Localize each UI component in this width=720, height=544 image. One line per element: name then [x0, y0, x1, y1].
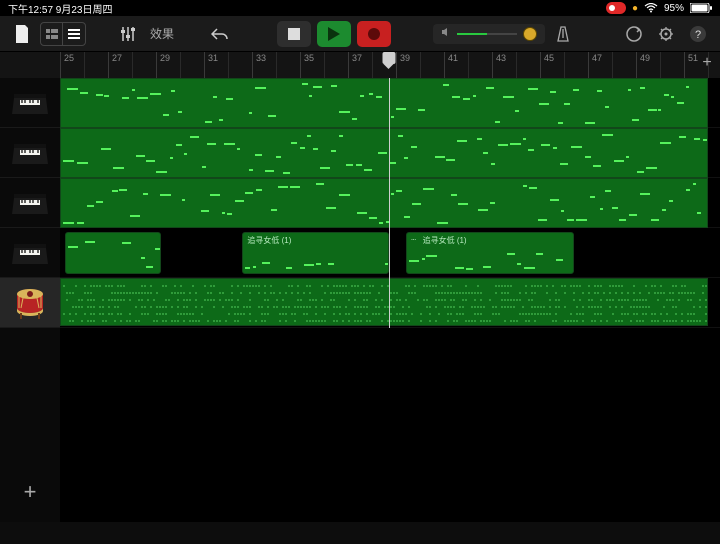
- mixer-button[interactable]: [114, 20, 142, 48]
- ruler-tick: [276, 52, 280, 78]
- ruler-tick: [564, 52, 568, 78]
- track-lane[interactable]: 追寻女低 (1) ···追寻女低 (1): [60, 228, 720, 278]
- ruler-tick: 25: [60, 52, 74, 78]
- ruler-tick: [516, 52, 520, 78]
- ruler-tick: [612, 52, 616, 78]
- piano-icon: [10, 185, 50, 221]
- tracks-area: 追寻女低 (1) ···追寻女低 (1) +: [0, 78, 720, 522]
- midi-preview: [407, 233, 573, 273]
- midi-region[interactable]: [60, 78, 708, 128]
- play-button[interactable]: [317, 21, 351, 47]
- effects-button[interactable]: 效果: [146, 25, 178, 42]
- piano-icon: [10, 135, 50, 171]
- midi-region[interactable]: [60, 278, 708, 326]
- ruler-tick: 33: [252, 52, 266, 78]
- ruler-tick: [84, 52, 88, 78]
- wifi-icon: [644, 3, 658, 13]
- ruler-tick: [180, 52, 184, 78]
- view-mode-tracks-icon[interactable]: [63, 23, 85, 45]
- track-lane[interactable]: [60, 278, 720, 328]
- midi-region[interactable]: [65, 232, 161, 274]
- ruler-tick: 49: [636, 52, 650, 78]
- ruler-tick: 37: [348, 52, 362, 78]
- track-lanes[interactable]: 追寻女低 (1) ···追寻女低 (1): [60, 78, 720, 522]
- view-mode-grid-icon[interactable]: [41, 23, 63, 45]
- status-time-date: 下午12:57 9月23日周四: [8, 1, 113, 16]
- midi-preview: [61, 79, 707, 127]
- track-header[interactable]: [0, 178, 60, 228]
- midi-region[interactable]: 追寻女低 (1): [242, 232, 388, 274]
- screen-record-icon: [606, 2, 626, 14]
- ruler-tick: 45: [540, 52, 554, 78]
- track-header[interactable]: [0, 78, 60, 128]
- transport-controls: [277, 21, 391, 47]
- playhead-marker[interactable]: [382, 52, 395, 64]
- ruler-tick: 41: [444, 52, 458, 78]
- track-lane[interactable]: [60, 78, 720, 128]
- stop-button[interactable]: [277, 21, 311, 47]
- track-header[interactable]: [0, 228, 60, 278]
- battery-icon: [690, 3, 712, 13]
- ruler-tick: 47: [588, 52, 602, 78]
- track-lane[interactable]: [60, 178, 720, 228]
- svg-text:?: ?: [695, 29, 701, 41]
- ruler-tick: [228, 52, 232, 78]
- piano-icon: [10, 235, 50, 271]
- track-header[interactable]: [0, 278, 60, 328]
- ruler-tick: 35: [300, 52, 314, 78]
- master-volume-slider[interactable]: [433, 24, 545, 44]
- track-headers: [0, 78, 60, 522]
- volume-knob-icon[interactable]: [523, 27, 537, 41]
- toolbar: 效果 ?: [0, 16, 720, 52]
- loop-browser-button[interactable]: [620, 20, 648, 48]
- ruler-tick: 29: [156, 52, 170, 78]
- metronome-button[interactable]: [549, 20, 577, 48]
- midi-preview: [243, 233, 387, 273]
- ruler-tick: [324, 52, 328, 78]
- track-header[interactable]: [0, 128, 60, 178]
- sync-icon: ●: [632, 3, 638, 14]
- ruler-tick: [468, 52, 472, 78]
- timeline-ruler[interactable]: 25 27 29 31 33 35 37 39 41 43 45 47 49 51: [0, 52, 720, 78]
- volume-min-icon: [441, 27, 451, 40]
- midi-preview: [61, 129, 707, 177]
- ruler-tick: 27: [108, 52, 122, 78]
- add-track-top-button[interactable]: +: [698, 54, 716, 72]
- battery-pct: 95%: [664, 3, 684, 14]
- playhead-line[interactable]: [389, 78, 390, 328]
- status-bar: 下午12:57 9月23日周四 ● 95%: [0, 0, 720, 16]
- ruler-tick: [420, 52, 424, 78]
- midi-region[interactable]: [60, 128, 708, 178]
- ruler-tick: 39: [396, 52, 410, 78]
- add-track-button[interactable]: +: [18, 480, 42, 504]
- ruler-tick: 43: [492, 52, 506, 78]
- settings-button[interactable]: [652, 20, 680, 48]
- midi-region[interactable]: ···追寻女低 (1): [406, 232, 574, 274]
- midi-preview: [61, 279, 707, 325]
- ruler-tick: 31: [204, 52, 218, 78]
- record-button[interactable]: [357, 21, 391, 47]
- midi-region[interactable]: [60, 178, 708, 228]
- track-lane[interactable]: [60, 128, 720, 178]
- ruler-tick: [372, 52, 376, 78]
- midi-preview: [61, 179, 707, 227]
- ruler-tick: [660, 52, 664, 78]
- midi-preview: [66, 233, 160, 273]
- piano-icon: [10, 85, 50, 121]
- drum-icon: [10, 285, 50, 321]
- view-mode-toggle[interactable]: [40, 22, 86, 46]
- ruler-tick: [132, 52, 136, 78]
- undo-button[interactable]: [206, 20, 234, 48]
- ruler-tick: 51: [684, 52, 698, 78]
- song-file-button[interactable]: [8, 20, 36, 48]
- help-button[interactable]: ?: [684, 20, 712, 48]
